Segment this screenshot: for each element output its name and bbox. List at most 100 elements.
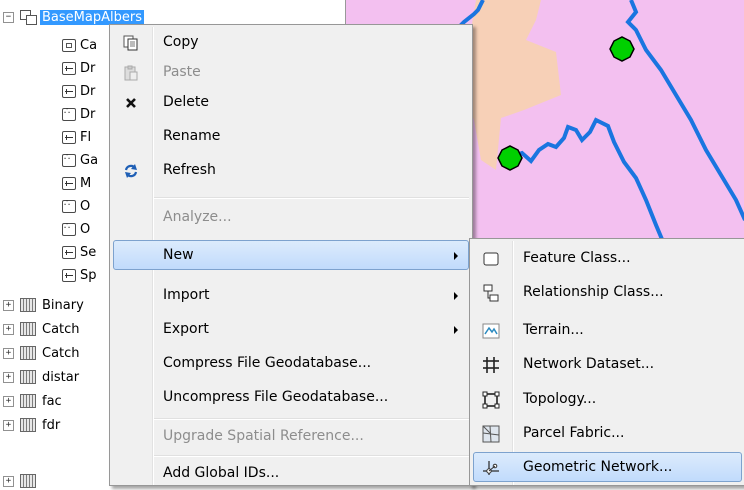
expand-icon[interactable]: + (3, 347, 14, 359)
annotation-class-icon (62, 38, 76, 52)
menu-item-label: Refresh (163, 162, 216, 178)
relationship-class-icon (482, 284, 500, 302)
point-feature-class-icon (62, 221, 76, 236)
tree-item[interactable]: Ga (62, 151, 98, 169)
tree-item-label: Dr (80, 106, 96, 122)
menu-item-terrain[interactable]: Terrain... (473, 315, 742, 345)
menu-item-analyze[interactable]: Analyze... (113, 202, 469, 232)
tree-item-raster[interactable]: + fdr (3, 416, 60, 434)
tree-item-label: fdr (42, 417, 61, 433)
tree-item-label: Fl (80, 129, 92, 145)
menu-separator (154, 418, 469, 420)
paste-icon (122, 64, 140, 82)
line-feature-class-icon (62, 84, 76, 98)
raster-dataset-icon (20, 298, 36, 312)
menu-item-label: Feature Class... (523, 250, 631, 266)
tree-item[interactable]: Dr (62, 82, 95, 100)
menu-item-copy[interactable]: Copy (113, 27, 469, 57)
raster-dataset-icon (20, 418, 36, 432)
menu-item-compress[interactable]: Compress File Geodatabase... (113, 348, 469, 378)
tree-item-label: Dr (80, 83, 96, 99)
tree-item-raster[interactable]: + fac (3, 392, 62, 410)
expand-icon[interactable]: + (3, 299, 14, 311)
terrain-icon (482, 322, 500, 340)
raster-dataset-icon (20, 322, 36, 336)
menu-item-network-dataset[interactable]: Network Dataset... (473, 349, 742, 379)
menu-item-label: Rename (163, 128, 221, 144)
menu-item-label: Add Global IDs... (163, 465, 280, 481)
menu-item-upgrade-spatial-reference[interactable]: Upgrade Spatial Reference... (113, 421, 469, 451)
feature-class-icon (482, 250, 500, 268)
expand-icon[interactable]: + (3, 475, 14, 487)
tree-item[interactable]: Se (62, 243, 96, 261)
tree-item-label: O (80, 198, 91, 214)
raster-dataset-icon (20, 370, 36, 384)
tree-item[interactable]: Sp (62, 266, 97, 284)
tree-item[interactable]: Fl (62, 128, 91, 146)
geometric-network-icon (482, 459, 500, 477)
tree-item-label: Se (80, 244, 97, 260)
point-feature-class-icon (62, 198, 76, 213)
tree-item-raster[interactable]: + Catch (3, 344, 80, 362)
chevron-right-icon (454, 252, 458, 260)
menu-item-label: Analyze... (163, 209, 232, 225)
tree-item[interactable]: Dr (62, 59, 95, 77)
tree-item-raster[interactable]: + distar (3, 368, 79, 386)
delete-icon (122, 94, 140, 112)
tree-item[interactable]: O (62, 197, 90, 215)
line-feature-class-icon (62, 268, 76, 282)
expand-icon[interactable]: + (3, 395, 14, 407)
tree-item-label: Sp (80, 267, 97, 283)
menu-item-import[interactable]: Import (113, 280, 469, 310)
point-feature-class-icon (62, 106, 76, 121)
menu-item-label: Uncompress File Geodatabase... (163, 389, 389, 405)
menu-item-relationship-class[interactable]: Relationship Class... (473, 277, 742, 307)
menu-item-new[interactable]: New (113, 240, 469, 270)
menu-item-label: Export (163, 321, 209, 337)
menu-item-geometric-network[interactable]: Geometric Network... (473, 452, 742, 482)
collapse-icon[interactable]: − (3, 11, 14, 23)
tree-item[interactable]: Ca (62, 36, 97, 54)
menu-item-label: Compress File Geodatabase... (163, 355, 372, 371)
menu-item-label: Paste (163, 64, 201, 80)
tree-item-label: Dr (80, 60, 96, 76)
tree-item-label: fac (42, 393, 62, 409)
new-submenu: Feature Class... Relationship Class... T… (469, 238, 744, 486)
tree-item-label: M (80, 175, 92, 191)
tree-item[interactable]: M (62, 174, 91, 192)
menu-item-refresh[interactable]: Refresh (113, 155, 469, 185)
menu-item-rename[interactable]: Rename (113, 121, 469, 151)
tree-item[interactable]: Dr (62, 105, 95, 123)
tree-item-label: O (80, 221, 91, 237)
expand-icon[interactable]: + (3, 371, 14, 383)
menu-item-parcel-fabric[interactable]: Parcel Fabric... (473, 418, 742, 448)
copy-icon (122, 34, 140, 52)
tree-item-raster[interactable]: + Catch (3, 320, 80, 338)
menu-item-label: Geometric Network... (523, 459, 673, 475)
expand-icon[interactable]: + (3, 323, 14, 335)
line-feature-class-icon (62, 245, 76, 259)
context-menu: Copy Paste Delete Rename Refresh Analyze… (109, 24, 473, 486)
tree-root-label[interactable]: BaseMapAlbers (40, 9, 144, 25)
tree-item-raster[interactable]: + Binary (3, 296, 84, 314)
tree-item-label: Catch (42, 345, 80, 361)
menu-item-export[interactable]: Export (113, 314, 469, 344)
expand-icon[interactable]: + (3, 419, 14, 431)
menu-item-topology[interactable]: Topology... (473, 384, 742, 414)
tree-item-label: Ga (80, 152, 99, 168)
menu-item-label: Topology... (523, 391, 597, 407)
tree-item-raster-partial[interactable]: + (3, 472, 42, 490)
menu-item-uncompress[interactable]: Uncompress File Geodatabase... (113, 382, 469, 412)
parcel-fabric-icon (482, 425, 500, 443)
point-feature-class-icon (62, 152, 76, 167)
tree-item-label: distar (42, 369, 80, 385)
menu-item-label: Terrain... (523, 322, 584, 338)
tree-item-label: Ca (80, 37, 98, 53)
feature-dataset-icon (20, 10, 37, 25)
line-feature-class-icon (62, 176, 76, 190)
menu-item-feature-class[interactable]: Feature Class... (473, 243, 742, 273)
menu-item-label: Network Dataset... (523, 356, 655, 372)
menu-item-delete[interactable]: Delete (113, 87, 469, 117)
tree-item[interactable]: O (62, 220, 90, 238)
menu-item-paste[interactable]: Paste (113, 57, 469, 87)
